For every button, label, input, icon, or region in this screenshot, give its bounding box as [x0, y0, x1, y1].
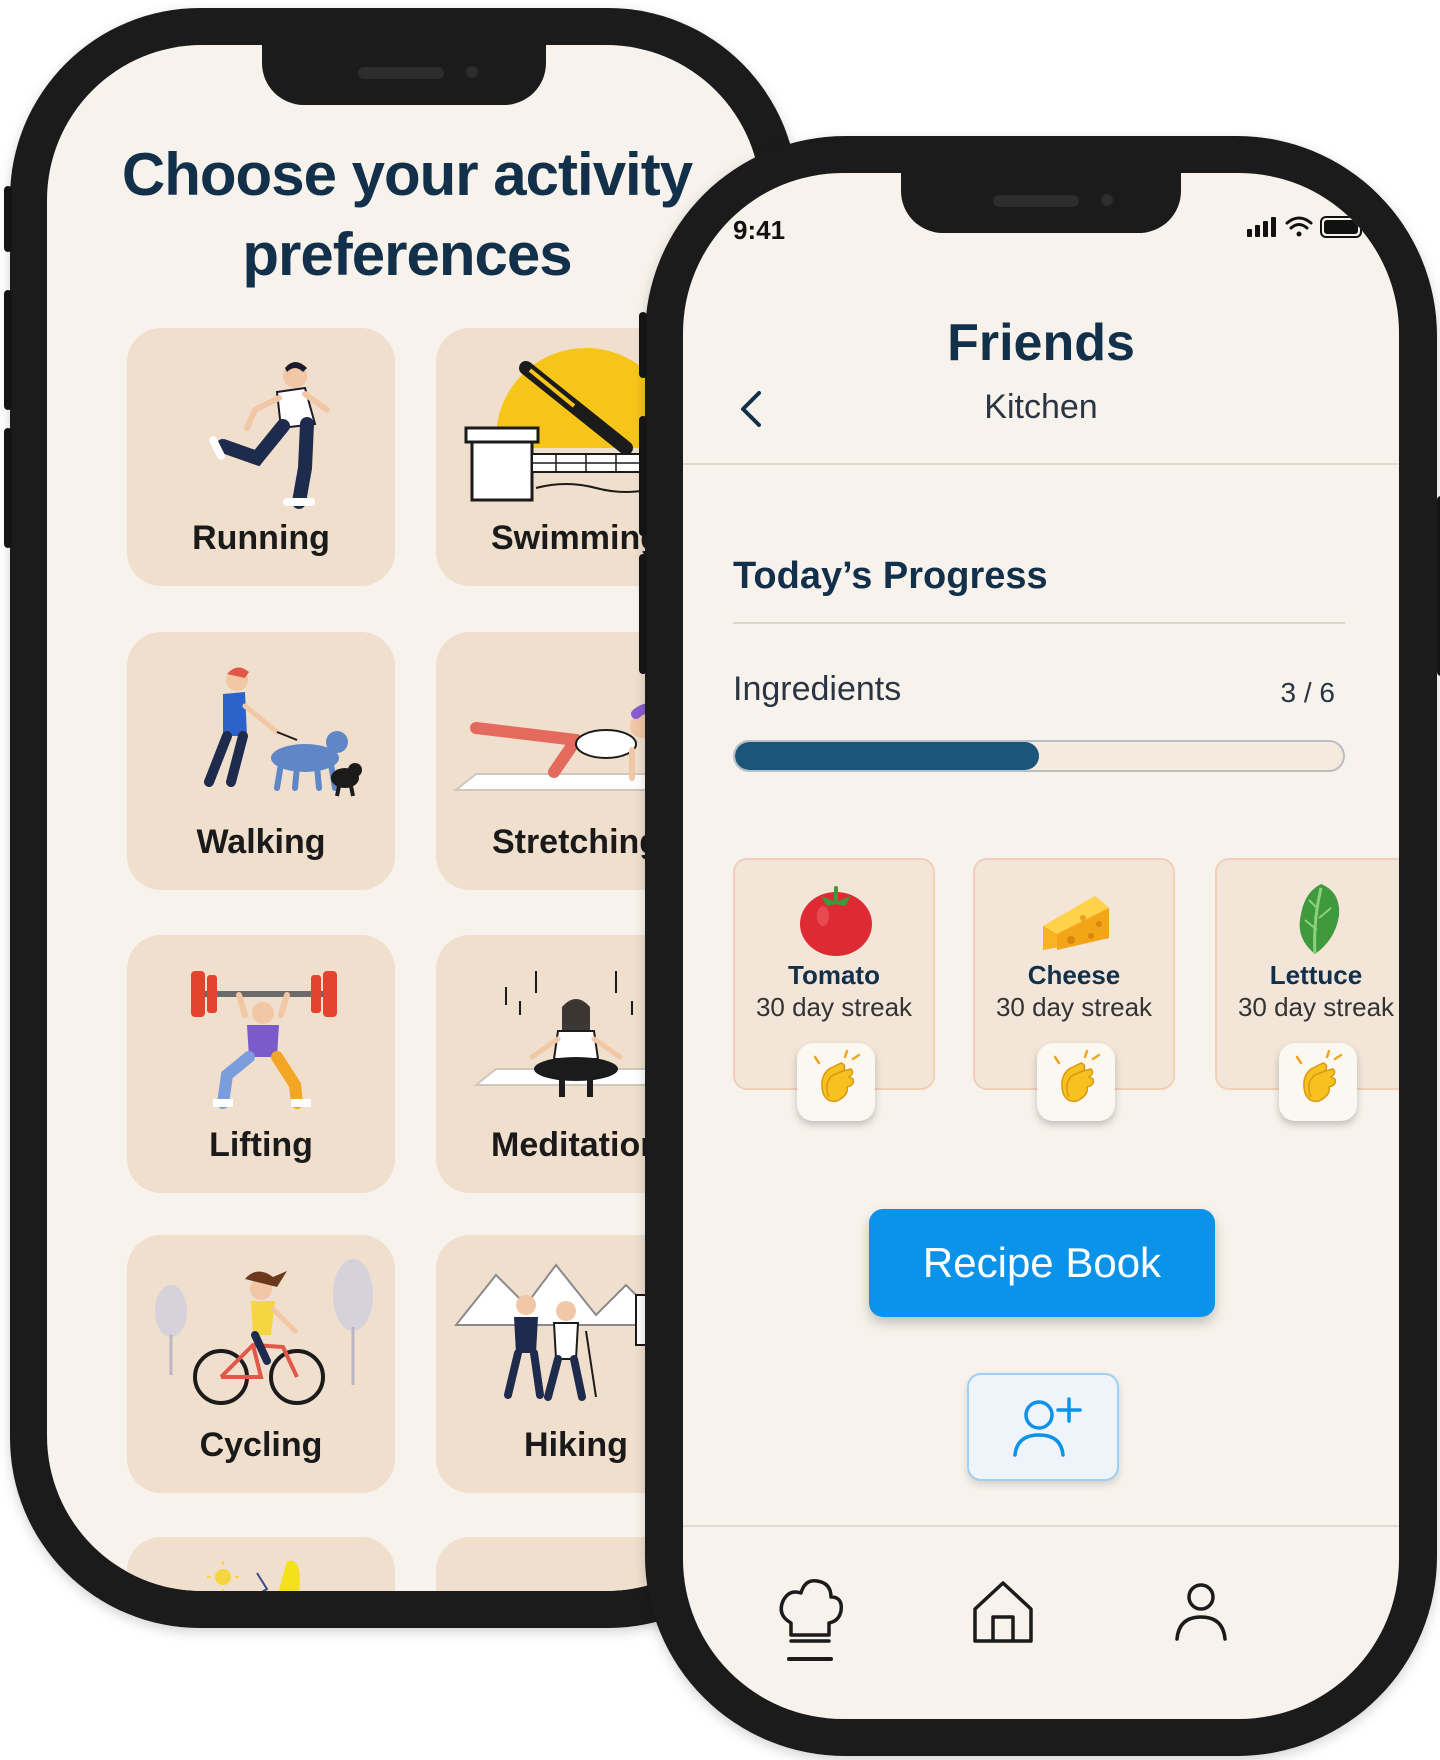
tab-home[interactable] [963, 1569, 1043, 1669]
phone-volume-down-button [4, 428, 12, 548]
ingredient-streak: 30 day streak [755, 992, 913, 1022]
ingredient-card-tomato[interactable]: Tomato 30 day streak [733, 858, 935, 1121]
section-divider [733, 622, 1345, 624]
clap-button[interactable] [797, 1043, 875, 1121]
phone-notch [901, 173, 1181, 233]
cheese-icon [1043, 896, 1109, 950]
activity-card-running[interactable]: Running [127, 328, 395, 586]
mockup-stage: Choose your activity preferences Running [0, 0, 1440, 1760]
clapping-hands-icon [1053, 1049, 1101, 1103]
tab-bar-divider [683, 1525, 1399, 1527]
ingredients-label: Ingredients [733, 670, 902, 708]
activity-card-walking[interactable]: Walking [127, 632, 395, 890]
tab-profile[interactable] [1161, 1569, 1241, 1669]
notch-speaker [358, 67, 444, 79]
tomato-icon [800, 886, 872, 956]
activity-label: Lifting [209, 1126, 313, 1164]
phone-volume-down-button [639, 554, 647, 674]
wifi-icon [1285, 216, 1313, 237]
walking-illustration [204, 667, 362, 797]
ingredient-name: Tomato [788, 960, 880, 990]
status-icons [1247, 213, 1367, 245]
notch-camera [466, 66, 478, 78]
add-user-icon [1013, 1397, 1082, 1457]
running-illustration [209, 362, 330, 509]
clap-button[interactable] [1037, 1043, 1115, 1121]
activity-card-cycling[interactable]: Cycling [127, 1235, 395, 1493]
section-title-progress: Today’s Progress [733, 555, 1048, 597]
clapping-hands-icon [813, 1049, 861, 1103]
progress-fill [735, 742, 1039, 770]
friends-kitchen-screen: 9:41 Friends Kitchen Today’s Progress In… [683, 173, 1399, 1719]
ingredient-streak: 30 day streak [995, 992, 1153, 1022]
phone-notch [262, 45, 546, 105]
signal-icon [1247, 217, 1276, 237]
lifting-illustration [191, 971, 337, 1109]
battery-icon [1320, 216, 1365, 238]
page-subtitle: Kitchen [984, 388, 1098, 426]
home-icon [973, 1581, 1033, 1643]
chef-hat-icon [779, 1579, 844, 1661]
activity-label: Walking [196, 823, 326, 861]
notch-speaker [993, 195, 1079, 207]
recipe-book-button[interactable]: Recipe Book [869, 1209, 1215, 1317]
phone-mute-switch [639, 312, 647, 378]
clapping-hands-icon [1295, 1049, 1343, 1103]
page-title: Friends [947, 314, 1135, 372]
ingredient-streak: 30 day streak [1237, 992, 1395, 1022]
phone-volume-up-button [4, 290, 12, 410]
ingredients-count: 3 / 6 [1280, 677, 1335, 708]
phone-mute-switch [4, 186, 12, 252]
activity-card-partial[interactable] [127, 1537, 395, 1591]
header-divider [683, 463, 1399, 465]
status-time: 9:41 [733, 215, 786, 245]
ingredient-name: Cheese [1027, 960, 1121, 990]
lettuce-icon [1299, 884, 1340, 955]
add-friend-button[interactable] [967, 1373, 1119, 1481]
cycling-illustration [155, 1259, 373, 1405]
ingredients-progress-bar [733, 740, 1345, 772]
phone-volume-up-button [639, 416, 647, 536]
sun-illustration [207, 1560, 300, 1591]
activity-label: Cycling [199, 1426, 323, 1464]
ingredient-card-cheese[interactable]: Cheese 30 day streak [973, 858, 1175, 1121]
activity-label: Running [192, 519, 330, 557]
profile-icon [1175, 1583, 1227, 1641]
title-line-1: Choose your activity [121, 141, 693, 208]
tab-kitchen[interactable] [769, 1569, 849, 1669]
ingredient-name: Lettuce [1269, 960, 1363, 990]
phone-friends-kitchen: 9:41 Friends Kitchen Today’s Progress In… [639, 136, 1440, 1756]
clap-button[interactable] [1279, 1043, 1357, 1121]
notch-camera [1101, 194, 1113, 206]
ingredient-card-lettuce[interactable]: Lettuce 30 day streak [1215, 858, 1399, 1121]
activity-card-lifting[interactable]: Lifting [127, 935, 395, 1193]
page-title: Choose your activity preferences [47, 135, 761, 295]
